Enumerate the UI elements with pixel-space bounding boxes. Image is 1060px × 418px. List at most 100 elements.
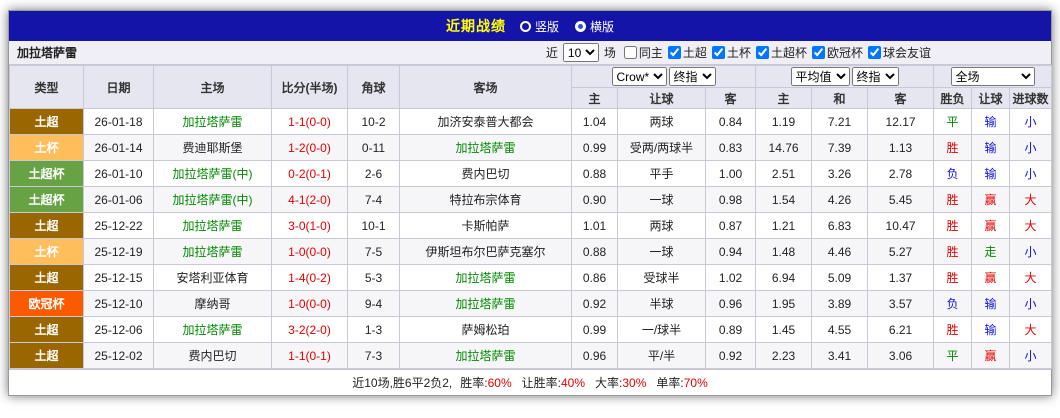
- match-date: 25-12-02: [83, 342, 154, 369]
- layout-radio-vertical[interactable]: 竖版: [519, 18, 559, 35]
- filter-checkbox-欧冠杯[interactable]: 欧冠杯: [807, 44, 863, 61]
- avg-home: 1.48: [755, 238, 813, 265]
- away-team[interactable]: 费内巴切: [399, 160, 572, 187]
- away-team[interactable]: 加济安泰普大都会: [399, 108, 572, 135]
- match-count-select[interactable]: 10: [562, 43, 599, 62]
- result-goals: 小: [1009, 238, 1053, 265]
- home-team[interactable]: 加拉塔萨雷: [153, 238, 272, 265]
- home-team[interactable]: 加拉塔萨雷(中): [153, 186, 272, 213]
- filter-checkbox-土超杯[interactable]: 土超杯: [751, 44, 807, 61]
- result-handicap: 赢: [971, 342, 1011, 369]
- avg-away: 1.37: [867, 264, 935, 291]
- league-badge: 土超: [9, 264, 84, 291]
- radio-icon[interactable]: [575, 20, 586, 32]
- checkbox[interactable]: [623, 46, 637, 59]
- result-handicap: 赢: [971, 212, 1011, 239]
- result-goals: 大: [1009, 186, 1053, 213]
- away-team[interactable]: 卡斯帕萨: [399, 212, 572, 239]
- match-date: 25-12-15: [83, 264, 154, 291]
- odds-away: 0.96: [704, 290, 757, 317]
- odds-home: 1.01: [571, 212, 618, 239]
- checkbox[interactable]: [755, 46, 769, 59]
- corner-score: 10-1: [347, 212, 400, 239]
- avg-draw: 6.83: [811, 212, 869, 239]
- odds-away: 0.83: [704, 134, 757, 161]
- filterbar: 加拉塔萨雷 近 10 场 同主 土超 土杯 土超杯 欧冠杯 球会友谊: [9, 41, 1051, 65]
- odds-away: 0.89: [704, 316, 757, 343]
- odds-home: 0.86: [571, 264, 618, 291]
- scope-select[interactable]: 全场: [950, 67, 1035, 86]
- footer-stat: 胜率:60%: [460, 374, 511, 391]
- checkbox[interactable]: [711, 46, 725, 59]
- home-team[interactable]: 加拉塔萨雷: [153, 108, 272, 135]
- away-team[interactable]: 萨姆松珀: [399, 316, 572, 343]
- filter-checkbox-同主[interactable]: 同主: [619, 44, 663, 61]
- corner-score: 7-5: [347, 238, 400, 265]
- home-team[interactable]: 费迪耶斯堡: [153, 134, 272, 161]
- filter-checkbox-土杯[interactable]: 土杯: [707, 44, 751, 61]
- home-team[interactable]: 费内巴切: [153, 342, 272, 369]
- results-table: 类型 日期 主场 比分(半场) 角球 客场 Crow* 终指 平均值 终指 全场…: [9, 65, 1053, 369]
- odds-handicap: 一/球半: [617, 316, 706, 343]
- checkbox[interactable]: [867, 46, 881, 59]
- results-tbody: 土超 26-01-18 加拉塔萨雷 1-1(0-0) 10-2 加济安泰普大都会…: [9, 108, 1053, 369]
- table-row: 土超 26-01-18 加拉塔萨雷 1-1(0-0) 10-2 加济安泰普大都会…: [9, 108, 1053, 135]
- odds-home: 0.96: [571, 342, 618, 369]
- away-team[interactable]: 加拉塔萨雷: [399, 264, 572, 291]
- score: 1-1(0-0): [271, 108, 348, 135]
- score: 3-0(1-0): [271, 212, 348, 239]
- col-header-date: 日期: [83, 65, 154, 109]
- header-row-main: 类型 日期 主场 比分(半场) 角球 客场 Crow* 终指 平均值 终指 全场: [9, 65, 1053, 109]
- odds-away: 0.84: [704, 108, 757, 135]
- radio-icon[interactable]: [519, 20, 531, 32]
- result-handicap: 赢: [971, 186, 1011, 213]
- footer-stat-label: 胜率:: [460, 376, 488, 390]
- odds-handicap: 一球: [617, 186, 706, 213]
- result-wdl: 平: [933, 342, 973, 369]
- footer-stat-label: 让胜率:: [521, 376, 561, 390]
- league-badge: 土杯: [9, 134, 84, 161]
- layout-toggle: 竖版 横版: [519, 18, 614, 35]
- footer-stat: 单率:70%: [656, 374, 707, 391]
- avg-away: 3.57: [867, 290, 935, 317]
- odds-home: 0.99: [571, 316, 618, 343]
- layout-radio-horizontal[interactable]: 横版: [575, 18, 614, 35]
- table-row: 土超 25-12-22 加拉塔萨雷 3-0(1-0) 10-1 卡斯帕萨 1.0…: [9, 212, 1053, 239]
- home-team[interactable]: 安塔利亚体育: [153, 264, 272, 291]
- away-team[interactable]: 加拉塔萨雷: [399, 342, 572, 369]
- corner-score: 2-6: [347, 160, 400, 187]
- footer-stat-value: 70%: [683, 376, 708, 390]
- home-team[interactable]: 摩纳哥: [153, 290, 272, 317]
- league-badge: 土超: [9, 212, 84, 239]
- odds-handicap: 平/半: [617, 342, 706, 369]
- result-goals: 小: [1009, 342, 1053, 369]
- avg-draw: 3.26: [811, 160, 869, 187]
- match-date: 25-12-06: [83, 316, 154, 343]
- home-team[interactable]: 加拉塔萨雷: [153, 212, 272, 239]
- near-label: 近: [545, 46, 558, 60]
- result-handicap: 输: [971, 290, 1011, 317]
- match-date: 26-01-18: [83, 108, 154, 135]
- result-goals: 小: [1009, 134, 1053, 161]
- checkbox[interactable]: [811, 46, 825, 59]
- avg-final-select[interactable]: 终指: [851, 67, 899, 86]
- avg-select[interactable]: 平均值: [790, 67, 850, 86]
- filter-checkbox-球会友谊[interactable]: 球会友谊: [863, 44, 931, 61]
- filter-checkbox-土超[interactable]: 土超: [663, 44, 707, 61]
- checkbox[interactable]: [667, 46, 681, 59]
- league-badge: 土超杯: [9, 186, 84, 213]
- score: 4-1(2-0): [271, 186, 348, 213]
- away-team[interactable]: 加拉塔萨雷: [399, 290, 572, 317]
- home-team[interactable]: 加拉塔萨雷(中): [153, 160, 272, 187]
- avg-draw: 7.21: [811, 108, 869, 135]
- score: 0-2(0-1): [271, 160, 348, 187]
- odds-final-select[interactable]: 终指: [668, 67, 716, 86]
- result-handicap: 输: [971, 160, 1011, 187]
- away-team[interactable]: 特拉布宗体育: [399, 186, 572, 213]
- away-team[interactable]: 伊斯坦布尔巴萨克塞尔: [399, 238, 572, 265]
- table-row: 土超 25-12-15 安塔利亚体育 1-4(0-2) 5-3 加拉塔萨雷 0.…: [9, 264, 1053, 291]
- odds-away: 0.87: [704, 212, 757, 239]
- away-team[interactable]: 加拉塔萨雷: [399, 134, 572, 161]
- odds-source-select[interactable]: Crow*: [611, 67, 667, 86]
- home-team[interactable]: 加拉塔萨雷: [153, 316, 272, 343]
